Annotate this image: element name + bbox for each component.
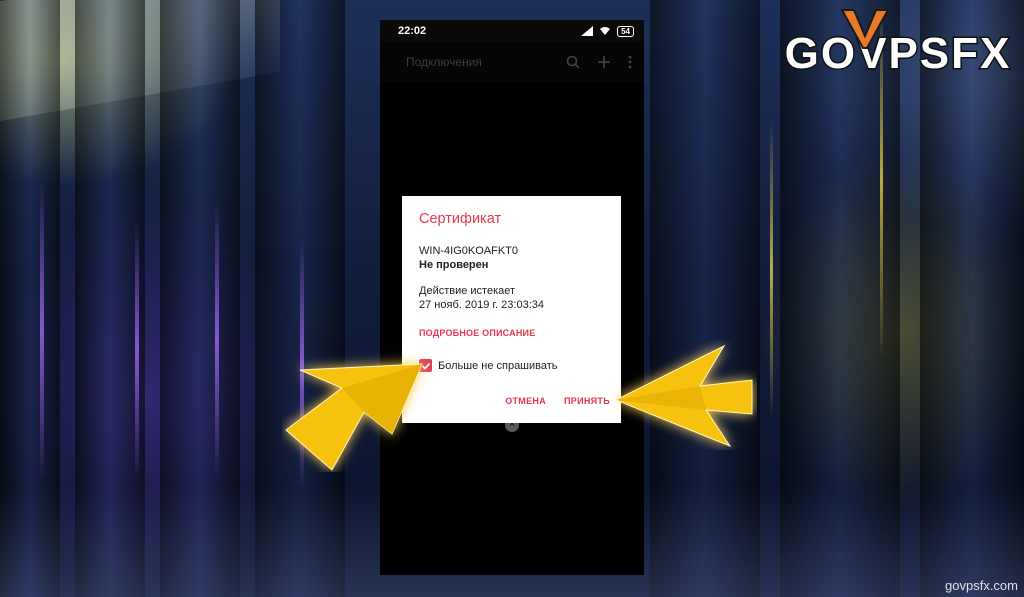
expires-value: 27 нояб. 2019 г. 23:03:34: [419, 299, 544, 311]
app-bar-title: Подключения: [406, 55, 482, 69]
dialog-title: Сертификат: [419, 211, 502, 227]
certificate-status: Не проверен: [419, 259, 489, 271]
certificate-dialog: Сертификат WIN-4IG0KOAFKT0 Не проверен Д…: [402, 196, 621, 423]
certificate-host: WIN-4IG0KOAFKT0: [419, 245, 519, 257]
expires-label: Действие истекает: [419, 285, 516, 297]
add-icon[interactable]: [598, 56, 610, 68]
accept-button[interactable]: ПРИНЯТЬ: [564, 396, 610, 406]
govpsfx-logo: GOVPSFX: [780, 26, 1016, 82]
battery-icon: 54: [617, 25, 634, 37]
watermark: govpsfx.com: [945, 578, 1018, 593]
status-bar: 22:02 54: [380, 20, 644, 42]
more-options-icon[interactable]: [628, 55, 632, 69]
app-bar: Подключения: [380, 42, 644, 82]
arrow-pointer-icon: [614, 344, 753, 448]
dont-ask-row[interactable]: Больше не спрашивать: [419, 359, 604, 372]
details-link[interactable]: ПОДРОБНОЕ ОПИСАНИЕ: [419, 328, 604, 338]
signal-icon: [581, 26, 594, 36]
logo-text: GOVPSFX: [783, 28, 1012, 80]
status-time: 22:02: [398, 25, 427, 37]
dont-ask-label: Больше не спрашивать: [438, 359, 558, 372]
logo-arrow-mark-icon: [840, 9, 890, 49]
cancel-button[interactable]: ОТМЕНА: [505, 396, 546, 406]
dialog-actions: ОТМЕНА ПРИНЯТЬ: [505, 396, 610, 406]
arrow-pointer-icon: [285, 363, 423, 471]
search-icon[interactable]: [566, 55, 580, 69]
wifi-icon: [600, 27, 611, 35]
